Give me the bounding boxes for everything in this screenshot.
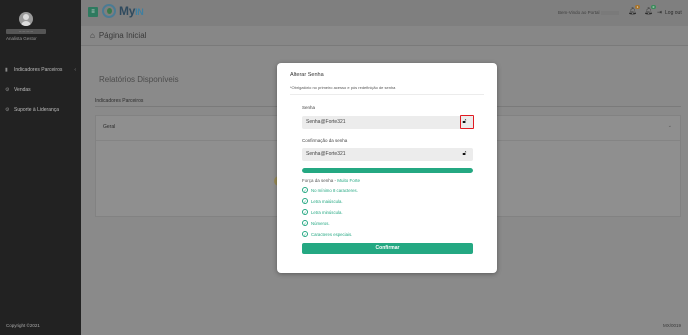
sidebar-item-label: Indicadores Parceiros bbox=[14, 67, 63, 73]
reports-title: Relatórios Disponíveis bbox=[99, 75, 179, 84]
notification-badge: 1 bbox=[635, 5, 640, 9]
rule-lowercase: ✓ Letra minúscula. bbox=[302, 209, 343, 215]
highlight-box bbox=[460, 115, 474, 129]
home-icon[interactable]: ⌂ bbox=[90, 31, 95, 40]
confirm-password-field[interactable]: Senha@Forte321 🔓︎ bbox=[302, 148, 473, 161]
welcome-text: Bem-Vindo ao Portal bbox=[558, 10, 619, 15]
confirm-password-label: Confirmação da senha bbox=[302, 138, 348, 143]
sidebar-item-label: Suporte à Liderança bbox=[14, 107, 60, 113]
gear-icon: ⚙ bbox=[5, 106, 10, 113]
topbar: ≡ MyIN Bem-Vindo ao Portal 🔔︎ 1 🔔︎ 0 ⇥ L… bbox=[81, 0, 688, 26]
confirm-password-value: Senha@Forte321 bbox=[306, 151, 346, 157]
sidebar-item-vendas[interactable]: ⚙ Vendas bbox=[0, 80, 81, 100]
divider bbox=[290, 94, 484, 95]
check-circle-icon: ✓ bbox=[302, 198, 308, 204]
modal-subtitle: *Obrigatório no primeiro acesso e pós re… bbox=[290, 85, 396, 90]
logo: MyIN bbox=[102, 4, 144, 18]
notification-badge: 0 bbox=[651, 5, 656, 9]
sidebar-nav: ▮ Indicadores Parceiros ‹ ⚙ Vendas ⚙ Sup… bbox=[0, 60, 81, 120]
user-name: ··········· bbox=[6, 29, 46, 34]
copyright: Copyright ©2021 bbox=[6, 323, 40, 328]
chevron-down-icon[interactable]: ⌄ bbox=[668, 123, 672, 129]
chart-icon: ▮ bbox=[5, 66, 8, 73]
redacted-user bbox=[600, 10, 619, 15]
password-strength-fill bbox=[302, 168, 473, 173]
password-value: Senha@Forte321 bbox=[306, 119, 346, 125]
message-icon[interactable]: 🔔︎ 0 bbox=[644, 5, 656, 16]
check-circle-icon: ✓ bbox=[302, 209, 308, 215]
unlock-icon[interactable]: 🔓︎ bbox=[461, 151, 468, 158]
gear-icon: ⚙ bbox=[5, 86, 10, 93]
card-title: Geral bbox=[103, 124, 116, 130]
rule-min-length: ✓ No mínimo 8 caracteres. bbox=[302, 187, 358, 193]
sidebar-item-label: Vendas bbox=[14, 87, 31, 93]
bell-icon[interactable]: 🔔︎ 1 bbox=[628, 5, 640, 16]
chevron-left-icon: ‹ bbox=[74, 67, 76, 73]
password-field[interactable]: Senha@Forte321 🔓︎ bbox=[302, 116, 473, 129]
logo-text: MyIN bbox=[119, 4, 144, 18]
sidebar-item-suporte[interactable]: ⚙ Suporte à Liderança bbox=[0, 100, 81, 120]
modal-title: Alterar Senha bbox=[290, 72, 324, 78]
breadcrumb: ⌂ Página Inicial bbox=[81, 26, 688, 46]
check-circle-icon: ✓ bbox=[302, 187, 308, 193]
page-title: Página Inicial bbox=[98, 31, 147, 40]
logout-label: Log out bbox=[665, 9, 682, 16]
user-profile: ··········· Analista Gestor bbox=[6, 12, 46, 41]
version-text: MX/0019 bbox=[662, 323, 681, 328]
confirm-button[interactable]: Confirmar bbox=[302, 243, 473, 254]
change-password-modal: Alterar Senha *Obrigatório no primeiro a… bbox=[277, 63, 497, 273]
sidebar-item-indicadores[interactable]: ▮ Indicadores Parceiros ‹ bbox=[0, 60, 81, 80]
user-role: Analista Gestor bbox=[6, 36, 37, 41]
globe-icon bbox=[102, 4, 116, 18]
sidebar: ··········· Analista Gestor ▮ Indicadore… bbox=[0, 0, 81, 335]
check-circle-icon: ✓ bbox=[302, 220, 308, 226]
check-circle-icon: ✓ bbox=[302, 231, 308, 237]
panel-label: Indicadores Parceiros bbox=[95, 98, 144, 104]
password-strength-text: Força da senha - Muito Forte bbox=[302, 178, 361, 183]
logout-icon: ⇥ bbox=[657, 10, 663, 16]
password-label: Senha bbox=[302, 105, 316, 110]
password-strength-bar bbox=[302, 168, 473, 173]
rule-numbers: ✓ Números. bbox=[302, 220, 330, 226]
avatar bbox=[19, 12, 33, 26]
menu-toggle-button[interactable]: ≡ bbox=[88, 7, 98, 17]
rule-uppercase: ✓ Letra maiúscula. bbox=[302, 198, 343, 204]
rule-special: ✓ Caracteres especiais. bbox=[302, 231, 353, 237]
logout-button[interactable]: ⇥ Log out bbox=[657, 9, 682, 17]
